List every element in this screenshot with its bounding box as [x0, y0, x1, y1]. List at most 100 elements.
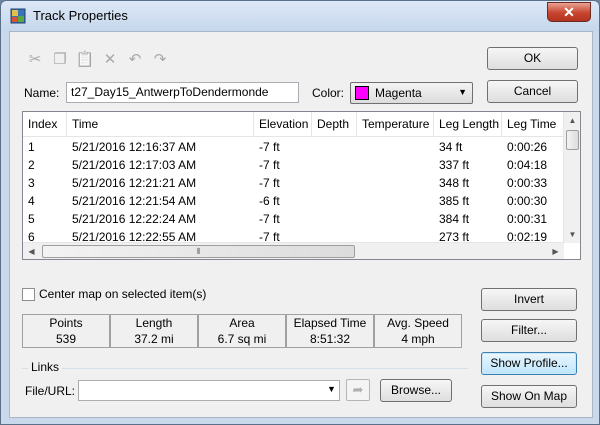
track-points-table[interactable]: Index Time Elevation Depth Temperature L… [22, 111, 581, 260]
invert-button[interactable]: Invert [481, 288, 577, 311]
file-url-field[interactable] [78, 380, 340, 401]
table-row[interactable]: 3 5/21/2016 12:21:21 AM -7 ft 348 ft 0:00:33 [23, 175, 564, 192]
cell-temperature [357, 175, 434, 192]
window-title: Track Properties [33, 8, 128, 23]
copy-icon[interactable]: ❐ [50, 50, 70, 70]
cell-time: 5/21/2016 12:17:03 AM [72, 158, 197, 172]
scroll-right-icon[interactable]: ▶ [547, 243, 564, 259]
cell-leg-length: 385 ft [439, 194, 470, 208]
table-header: Index Time Elevation Depth Temperature L… [23, 112, 564, 137]
stat-area: Area 6.7 sq mi [198, 314, 286, 348]
column-header-depth[interactable]: Depth [312, 112, 357, 137]
dialog-body: ✂ ❐ 📋 ✕ ↶ ↷ OK Cancel Name: t27_Day15_An… [9, 31, 593, 418]
cell-time: 5/21/2016 12:21:21 AM [72, 176, 197, 190]
cancel-button[interactable]: Cancel [487, 80, 578, 103]
close-button[interactable]: ✕ [547, 2, 591, 22]
ok-button[interactable]: OK [487, 47, 578, 70]
stat-points: Points 539 [22, 314, 110, 348]
center-map-label: Center map on selected item(s) [39, 287, 207, 301]
vertical-scrollbar[interactable]: ▲ ▼ [563, 112, 580, 243]
cell-depth [312, 175, 357, 192]
scroll-up-icon[interactable]: ▲ [564, 112, 580, 129]
name-field[interactable]: t27_Day15_AntwerpToDendermonde [66, 82, 299, 103]
column-header-leg-time[interactable]: Leg Time [502, 112, 564, 137]
links-group-label: Links [28, 360, 63, 374]
redo-icon[interactable]: ↷ [150, 50, 170, 70]
cell-elevation: -7 ft [259, 140, 280, 154]
cell-elevation: -7 ft [259, 158, 280, 172]
scroll-down-icon[interactable]: ▼ [564, 226, 580, 243]
table-row[interactable]: 4 5/21/2016 12:21:54 AM -6 ft 385 ft 0:00:30 [23, 193, 564, 210]
cell-leg-time: 0:00:26 [507, 140, 548, 154]
table-row[interactable]: 5 5/21/2016 12:22:24 AM -7 ft 384 ft 0:00:31 [23, 211, 564, 228]
cell-time: 5/21/2016 12:21:54 AM [72, 194, 197, 208]
cell-depth [312, 157, 357, 174]
cell-leg-time: 0:00:33 [507, 176, 548, 190]
show-profile-button[interactable]: Show Profile... [481, 352, 577, 375]
name-label: Name: [24, 86, 60, 100]
color-label: Color: [312, 86, 345, 100]
title-bar[interactable]: Track Properties ✕ [1, 1, 599, 31]
cell-index: 5 [28, 212, 35, 226]
cell-index: 4 [28, 194, 35, 208]
cell-leg-length: 337 ft [439, 158, 470, 172]
stat-label: Length [135, 316, 173, 330]
column-header-time[interactable]: Time [67, 112, 254, 137]
undo-icon[interactable]: ↶ [125, 50, 145, 70]
stat-value: 4 mph [401, 332, 435, 346]
cell-time: 5/21/2016 12:22:24 AM [72, 212, 197, 226]
cell-elevation: -7 ft [259, 212, 280, 226]
filter-button[interactable]: Filter... [481, 319, 577, 342]
cell-depth [312, 139, 357, 156]
file-url-label: File/URL: [25, 384, 76, 398]
scroll-left-icon[interactable]: ◀ [23, 243, 40, 259]
color-value: Magenta [375, 86, 422, 100]
track-stats: Points 539 Length 37.2 mi Area 6.7 sq mi… [22, 314, 462, 348]
column-header-elevation[interactable]: Elevation [254, 112, 312, 137]
cell-depth [312, 193, 357, 210]
show-on-map-button[interactable]: Show On Map [481, 385, 577, 408]
table-row[interactable]: 2 5/21/2016 12:17:03 AM -7 ft 337 ft 0:04:18 [23, 157, 564, 174]
cell-leg-length: 384 ft [439, 212, 470, 226]
follow-link-icon[interactable]: ➦ [346, 379, 370, 401]
stat-label: Elapsed Time [293, 316, 367, 330]
color-dropdown[interactable]: Magenta ▼ [350, 82, 473, 104]
cut-icon[interactable]: ✂ [25, 50, 45, 70]
cell-temperature [357, 193, 434, 210]
horizontal-scrollbar[interactable]: ◀ ⦀ ▶ [23, 242, 564, 259]
cell-time: 5/21/2016 12:16:37 AM [72, 140, 197, 154]
cell-leg-time: 0:00:30 [507, 194, 548, 208]
stat-label: Avg. Speed [387, 316, 449, 330]
stat-avg-speed: Avg. Speed 4 mph [374, 314, 462, 348]
cell-index: 2 [28, 158, 35, 172]
chevron-down-icon[interactable]: ▼ [327, 384, 336, 394]
cell-index: 1 [28, 140, 35, 154]
stat-length: Length 37.2 mi [110, 314, 198, 348]
delete-icon[interactable]: ✕ [100, 50, 120, 70]
column-header-leg-length[interactable]: Leg Length [434, 112, 502, 137]
app-icon [10, 8, 26, 24]
track-properties-dialog: Track Properties ✕ ✂ ❐ 📋 ✕ ↶ ↷ OK Cancel… [0, 0, 600, 425]
paste-icon[interactable]: 📋 [75, 50, 95, 70]
cell-depth [312, 211, 357, 228]
cell-leg-time: 0:00:31 [507, 212, 548, 226]
cell-leg-length: 348 ft [439, 176, 470, 190]
cell-temperature [357, 157, 434, 174]
cell-temperature [357, 211, 434, 228]
stat-value: 539 [55, 332, 77, 346]
column-header-temperature[interactable]: Temperature [357, 112, 434, 137]
table-row[interactable]: 1 5/21/2016 12:16:37 AM -7 ft 34 ft 0:00:26 [23, 139, 564, 156]
vertical-scroll-thumb[interactable] [566, 130, 579, 150]
stat-elapsed-time: Elapsed Time 8:51:32 [286, 314, 374, 348]
column-header-index[interactable]: Index [23, 112, 67, 137]
stat-value: 8:51:32 [309, 332, 351, 346]
horizontal-scroll-thumb[interactable]: ⦀ [42, 245, 355, 258]
cell-elevation: -7 ft [259, 176, 280, 190]
cell-elevation: -6 ft [259, 194, 280, 208]
cell-leg-time: 0:04:18 [507, 158, 548, 172]
stat-value: 6.7 sq mi [217, 332, 267, 346]
browse-button[interactable]: Browse... [380, 379, 452, 402]
cell-temperature [357, 139, 434, 156]
center-map-checkbox[interactable] [22, 288, 35, 301]
chevron-down-icon: ▼ [458, 87, 467, 97]
